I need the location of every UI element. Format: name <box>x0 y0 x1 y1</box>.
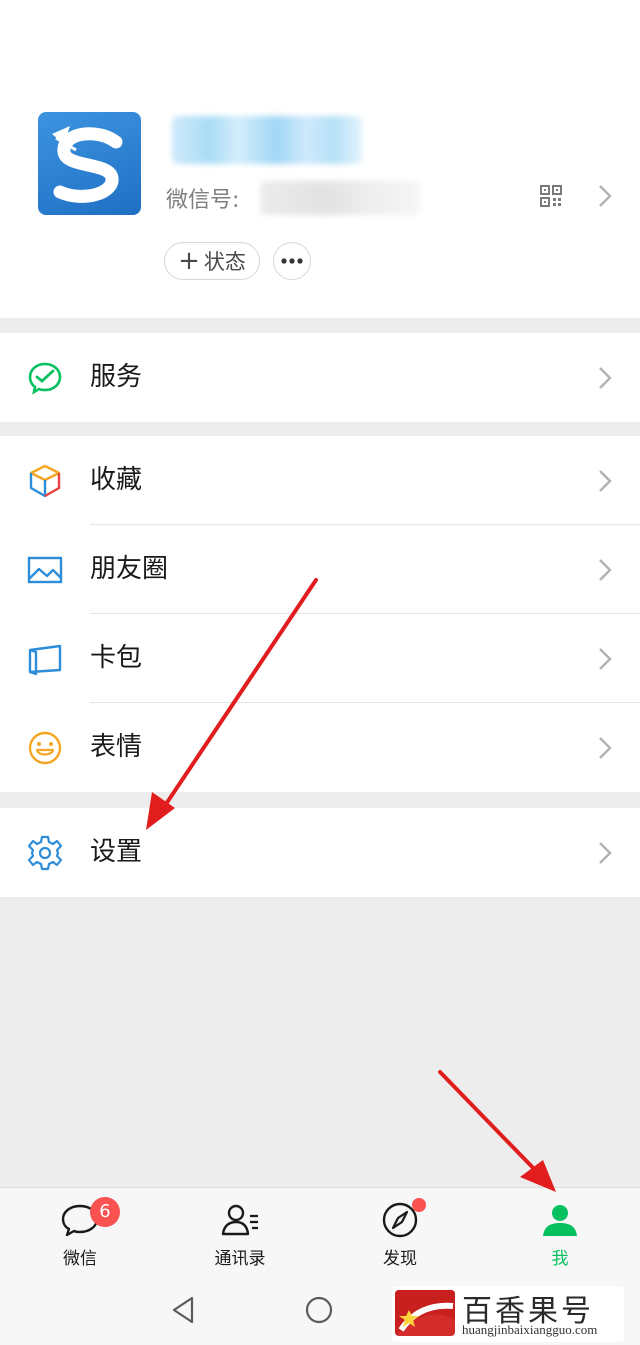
person-icon <box>543 1205 577 1236</box>
menu-group-settings: 设置 <box>0 808 640 897</box>
tab-contacts[interactable]: 通讯录 <box>160 1188 320 1275</box>
menu-item-label: 卡包 <box>90 643 143 673</box>
avatar[interactable] <box>38 112 141 215</box>
wechat-id-label: 微信号: <box>166 188 240 213</box>
unread-badge: 6 <box>90 1197 120 1227</box>
chevron-right-icon <box>599 648 612 670</box>
menu-item-moments[interactable]: 朋友圈 <box>0 525 640 614</box>
status-button-label: 状态 <box>203 250 246 274</box>
chevron-right-icon <box>599 737 612 759</box>
watermark-logo <box>395 1290 455 1336</box>
chevron-right-icon <box>599 842 612 864</box>
tab-label: 微信 <box>63 1249 97 1269</box>
cube-icon <box>29 464 61 498</box>
arrow-to-me-tab <box>438 1070 556 1192</box>
watermark-url: huangjinbaixiangguo.com <box>462 1322 598 1337</box>
chevron-right-icon <box>599 185 612 207</box>
back-triangle-icon[interactable] <box>168 1295 198 1325</box>
home-circle-icon[interactable] <box>304 1295 334 1325</box>
tab-me[interactable]: 我 <box>480 1188 640 1275</box>
menu-item-settings[interactable]: 设置 <box>0 808 640 897</box>
watermark: 百香果号 huangjinbaixiangguo.com <box>392 1286 624 1342</box>
card-wallet-icon <box>28 644 62 676</box>
menu-item-label: 朋友圈 <box>90 554 169 584</box>
more-button[interactable] <box>273 242 311 280</box>
tab-label: 我 <box>551 1249 569 1269</box>
tab-discover[interactable]: 发现 <box>320 1188 480 1275</box>
menu-item-cards[interactable]: 卡包 <box>0 614 640 703</box>
menu-group-services: 服务 <box>0 333 640 422</box>
chevron-right-icon <box>599 559 612 581</box>
contacts-icon <box>221 1204 258 1236</box>
menu-item-stickers[interactable]: 表情 <box>0 703 640 792</box>
menu-item-services[interactable]: 服务 <box>0 333 640 422</box>
smiley-icon <box>28 731 62 765</box>
wechat-id-redacted <box>260 181 420 215</box>
tab-label: 发现 <box>383 1249 417 1269</box>
plus-icon: + <box>178 246 200 276</box>
menu-item-favorites[interactable]: 收藏 <box>0 436 640 525</box>
new-dot-badge <box>412 1198 426 1212</box>
menu-group-main: 收藏 朋友圈 卡包 表情 <box>0 436 640 792</box>
nickname-redacted <box>172 116 362 164</box>
add-status-button[interactable]: + 状态 <box>164 242 260 280</box>
gear-icon <box>27 835 63 871</box>
menu-item-label: 表情 <box>90 732 143 762</box>
wechat-pay-icon <box>28 362 62 395</box>
chevron-right-icon <box>599 367 612 389</box>
menu-item-label: 收藏 <box>90 465 143 495</box>
tab-chats[interactable]: 微信 <box>0 1188 160 1275</box>
tab-label: 通讯录 <box>214 1249 266 1269</box>
more-icon <box>281 258 303 264</box>
chevron-right-icon <box>599 470 612 492</box>
photo-icon <box>27 556 63 584</box>
menu-item-label: 服务 <box>90 362 143 392</box>
profile-header[interactable]: 微信号: + 状态 <box>0 0 640 318</box>
menu-item-label: 设置 <box>90 837 143 867</box>
app-logo <box>52 126 123 203</box>
qr-code-icon[interactable] <box>539 184 563 208</box>
